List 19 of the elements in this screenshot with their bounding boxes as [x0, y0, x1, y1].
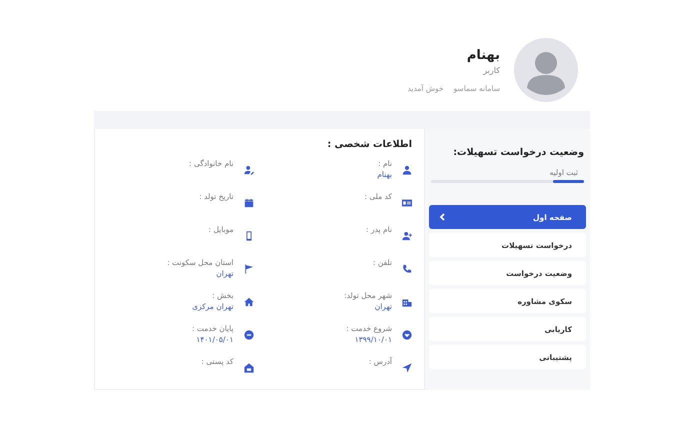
location-arrow-icon [402, 363, 412, 373]
building-icon [402, 297, 412, 307]
id-card-icon [402, 198, 412, 208]
person-add-icon [402, 231, 412, 241]
user-role: کاربر [482, 66, 500, 74]
mailbox-icon [244, 363, 254, 373]
minus-circle-icon [244, 330, 254, 340]
phone-icon [402, 264, 412, 274]
person-edit-icon [244, 165, 254, 175]
section-title: اطلاعات شخصی : [326, 139, 412, 150]
mobile-icon [244, 231, 254, 241]
flag-icon [244, 264, 254, 274]
calendar-icon [244, 198, 254, 208]
chevron-icon [439, 213, 446, 221]
person-icon [402, 165, 412, 175]
user-name: بهنام [466, 48, 500, 62]
status-title: وضعیت درخواست تسهیلات: [452, 147, 584, 158]
avatar-icon [514, 38, 578, 102]
house-icon [244, 297, 254, 307]
